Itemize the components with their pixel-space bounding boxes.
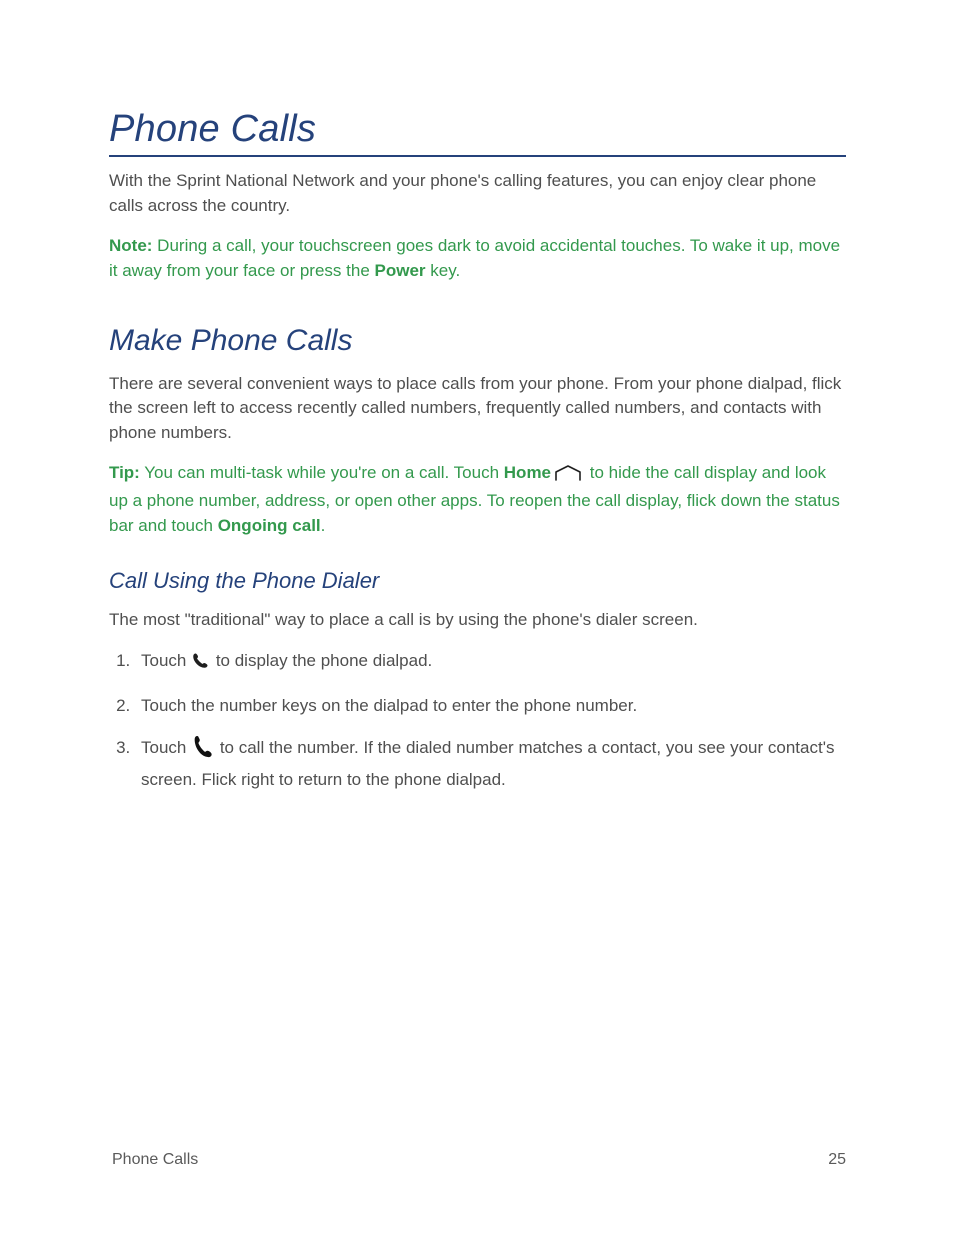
make-phone-calls-heading: Make Phone Calls (109, 324, 846, 358)
step-3-pre: Touch (141, 738, 191, 757)
step-1-post: to display the phone dialpad. (211, 651, 432, 670)
phone-large-icon (191, 734, 213, 768)
home-word: Home (504, 463, 551, 482)
step-3: Touch to call the number. If the dialed … (135, 734, 846, 792)
tip-text-3: . (321, 516, 326, 535)
note-text-1: During a call, your touchscreen goes dar… (109, 236, 840, 280)
make-calls-intro: There are several convenient ways to pla… (109, 372, 846, 446)
footer-page-number: 25 (828, 1151, 846, 1169)
page-title: Phone Calls (109, 108, 846, 157)
tip-label: Tip: (109, 463, 140, 482)
dialer-intro: The most "traditional" way to place a ca… (109, 608, 846, 633)
steps-list: Touch to display the phone dialpad. Touc… (109, 649, 846, 793)
page-footer: Phone Calls 25 (112, 1151, 846, 1169)
note-text-2: key. (426, 261, 461, 280)
step-1: Touch to display the phone dialpad. (135, 649, 846, 678)
ongoing-call-word: Ongoing call (218, 516, 321, 535)
step-2: Touch the number keys on the dialpad to … (135, 694, 846, 719)
step-1-pre: Touch (141, 651, 191, 670)
call-using-dialer-heading: Call Using the Phone Dialer (109, 568, 846, 594)
footer-section-name: Phone Calls (112, 1151, 198, 1169)
tip-paragraph: Tip: You can multi-task while you're on … (109, 461, 846, 538)
intro-paragraph: With the Sprint National Network and you… (109, 169, 846, 218)
phone-small-icon (191, 652, 209, 678)
home-icon (553, 464, 583, 489)
note-label: Note: (109, 236, 152, 255)
power-key-word: Power (375, 261, 426, 280)
note-paragraph: Note: During a call, your touchscreen go… (109, 234, 846, 283)
tip-text-1: You can multi-task while you're on a cal… (140, 463, 504, 482)
step-3-post: to call the number. If the dialed number… (141, 738, 834, 789)
